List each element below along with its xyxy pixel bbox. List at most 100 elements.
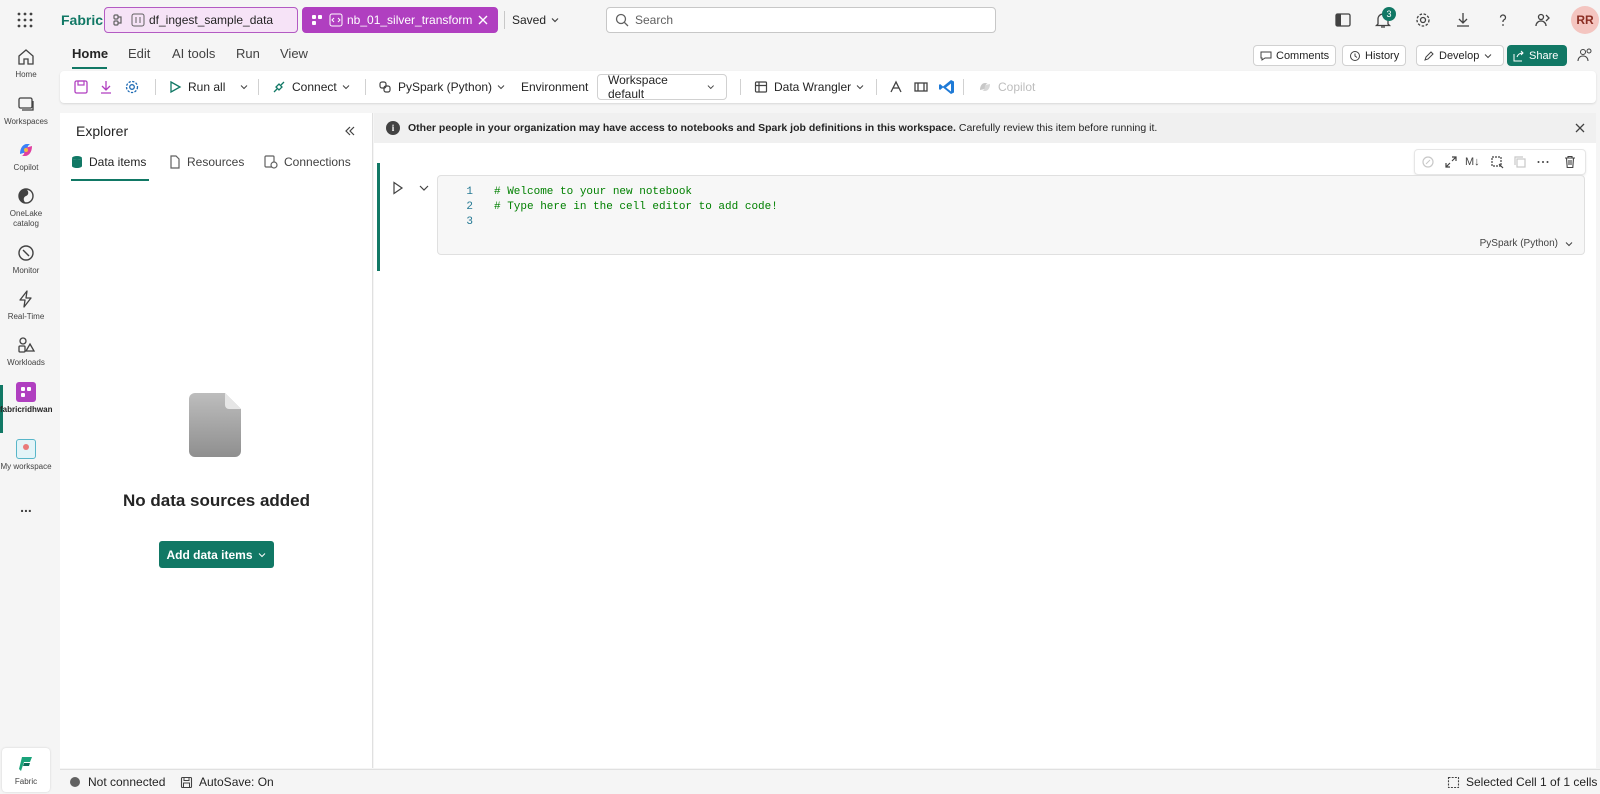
tab-label: Data items: [89, 155, 147, 169]
rail-item-fabricridhwan[interactable]: fabricridhwan: [0, 382, 52, 415]
close-icon[interactable]: [1574, 122, 1586, 134]
environment-select[interactable]: Workspace default: [597, 73, 727, 101]
ai-function-icon[interactable]: [888, 79, 904, 95]
app-launcher-icon[interactable]: [16, 11, 34, 29]
rail-more[interactable]: ...: [0, 500, 52, 514]
run-all-button[interactable]: Run all: [168, 71, 225, 103]
markdown-icon[interactable]: M↓: [1465, 156, 1480, 168]
lightning-icon: [19, 290, 32, 308]
rail-item-workloads[interactable]: Workloads: [0, 335, 52, 368]
fabric-logo-icon: [19, 757, 32, 771]
develop-button[interactable]: Develop: [1416, 45, 1505, 66]
code-text[interactable]: # Type here in the cell editor to add co…: [494, 200, 778, 215]
copilot-icon[interactable]: [1421, 155, 1435, 169]
language-select[interactable]: PySpark (Python): [378, 71, 512, 103]
panel-toggle-icon[interactable]: [1334, 11, 1352, 29]
rail-item-my-workspace[interactable]: My workspace: [0, 439, 52, 472]
rail-label: Workspaces: [4, 117, 48, 126]
autosave-text: AutoSave: On: [199, 775, 274, 789]
code-text[interactable]: # Welcome to your new notebook: [494, 185, 692, 200]
code-cell[interactable]: 1 # Welcome to your new notebook 2 # Typ…: [437, 175, 1585, 255]
download-icon[interactable]: [1454, 11, 1472, 29]
data-wrangler-label: Data Wrangler: [774, 80, 852, 94]
search-input[interactable]: [635, 13, 987, 27]
chevron-down-icon[interactable]: [550, 15, 560, 25]
tab-dataflow[interactable]: df_ingest_sample_data: [104, 7, 298, 33]
divider: [155, 79, 156, 95]
empty-file-icon: [189, 393, 241, 457]
menu-view[interactable]: View: [280, 46, 308, 61]
rail-item-onelake[interactable]: OneLake catalog: [0, 186, 52, 229]
data-wrangler-button[interactable]: Data Wrangler: [754, 71, 871, 103]
rail-item-real-time[interactable]: Real-Time: [0, 289, 52, 322]
language-label: PySpark (Python): [398, 80, 493, 94]
brand-name[interactable]: Fabric: [61, 12, 103, 28]
save-icon[interactable]: [73, 79, 89, 95]
rail-item-home[interactable]: Home: [0, 47, 52, 80]
help-icon[interactable]: [1494, 11, 1512, 29]
copilot-label: Copilot: [998, 80, 1036, 94]
menu-active-indicator: [72, 67, 107, 69]
connection-status-text: Not connected: [88, 775, 166, 789]
collapse-panel-icon[interactable]: [344, 125, 356, 137]
download-icon[interactable]: [98, 79, 114, 95]
banner-text: Carefully review this item before runnin…: [958, 122, 1158, 134]
rail-label: fabricridhwan: [0, 405, 53, 414]
spark-job-icon[interactable]: [913, 79, 929, 95]
fabric-switcher[interactable]: Fabric: [2, 748, 50, 792]
rail-item-monitor[interactable]: Monitor: [0, 243, 52, 276]
explorer-panel: Explorer Data items Resources Connection…: [60, 113, 373, 768]
line-number: 3: [466, 216, 473, 228]
chevron-down-icon[interactable]: [418, 183, 430, 193]
settings-gear-icon[interactable]: [1414, 11, 1432, 29]
autosave-status[interactable]: AutoSave: On: [180, 775, 274, 789]
rail-item-workspaces[interactable]: Workspaces: [0, 94, 52, 127]
rail-label: Real-Time: [7, 312, 45, 321]
add-data-items-button[interactable]: Add data items: [159, 541, 274, 568]
collaborate-icon[interactable]: [1577, 47, 1593, 63]
search-box[interactable]: [606, 7, 996, 33]
tab-notebook[interactable]: nb_01_silver_transform: [302, 7, 498, 33]
more-options-icon[interactable]: [1536, 155, 1550, 169]
rail-item-copilot[interactable]: Copilot: [0, 140, 52, 173]
rail-label: Copilot: [13, 163, 39, 172]
copy-icon[interactable]: [1513, 155, 1527, 169]
share-button[interactable]: Share: [1507, 45, 1567, 66]
menu-ai-tools[interactable]: AI tools: [172, 46, 215, 61]
copilot-button[interactable]: Copilot: [978, 71, 1035, 103]
my-workspace-icon: [16, 439, 36, 459]
vscode-icon[interactable]: [938, 78, 956, 96]
line-number: 1: [466, 186, 473, 198]
share-people-icon[interactable]: [1534, 11, 1552, 29]
user-avatar[interactable]: RR: [1571, 6, 1599, 34]
tab-connections[interactable]: Connections: [264, 155, 351, 169]
tab-resources[interactable]: Resources: [169, 155, 244, 169]
menu-edit[interactable]: Edit: [128, 46, 150, 61]
tab-data-items[interactable]: Data items: [71, 155, 146, 169]
save-status[interactable]: Saved: [512, 13, 546, 27]
divider: [365, 79, 366, 95]
expand-icon[interactable]: [1444, 155, 1458, 169]
home-icon: [18, 49, 34, 65]
history-icon: [1350, 50, 1360, 61]
comments-button[interactable]: Comments: [1253, 45, 1337, 66]
connect-label: Connect: [292, 80, 337, 94]
chevron-down-icon[interactable]: [239, 82, 249, 92]
tab-active-indicator: [71, 179, 149, 181]
history-button[interactable]: History: [1342, 45, 1407, 66]
menu-run[interactable]: Run: [236, 46, 260, 61]
banner-bold-text: Other people in your organization may ha…: [408, 122, 956, 134]
cell-language-select[interactable]: PySpark (Python): [1480, 238, 1574, 249]
notifications-badge: 3: [1382, 7, 1396, 21]
run-all-label: Run all: [188, 80, 226, 94]
connection-status[interactable]: Not connected: [70, 775, 165, 789]
menu-home[interactable]: Home: [72, 46, 108, 61]
delete-icon[interactable]: [1563, 155, 1577, 169]
code-file-icon: [329, 13, 343, 27]
connect-button[interactable]: Connect: [272, 71, 357, 103]
develop-label: Develop: [1439, 49, 1480, 62]
lock-selection-icon[interactable]: [1490, 155, 1504, 169]
run-cell-icon[interactable]: [392, 181, 404, 195]
settings-gear-icon[interactable]: [124, 79, 140, 95]
close-tab-icon[interactable]: [477, 14, 489, 26]
